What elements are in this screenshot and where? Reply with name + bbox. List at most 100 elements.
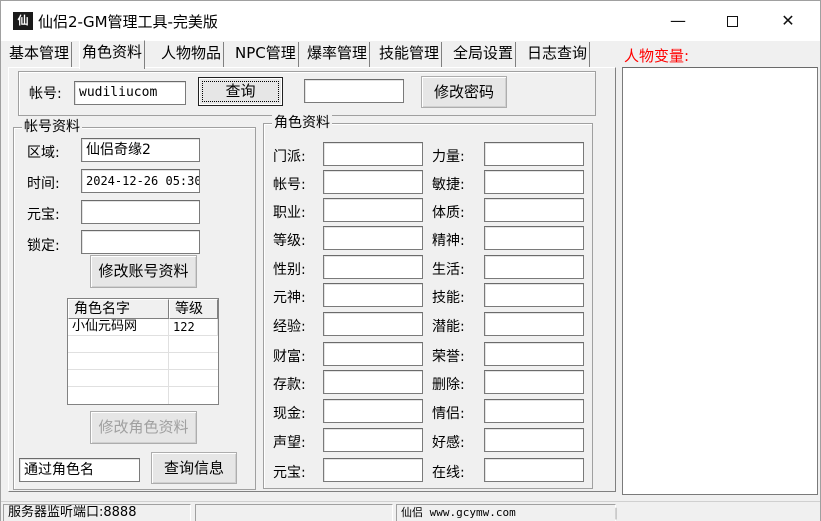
role-right-label-6: 潜能: xyxy=(432,319,465,335)
role-left-label-8: 存款: xyxy=(273,377,306,393)
role-right-label-11: 在线: xyxy=(432,465,465,481)
resize-grip-icon[interactable]: ∣ xyxy=(613,506,619,520)
tab-npc[interactable]: NPC管理 xyxy=(233,42,299,67)
role-left-field-0[interactable] xyxy=(323,142,423,166)
app-logo-icon: 仙 xyxy=(13,12,33,30)
time-label: 时间: xyxy=(27,176,60,192)
role-right-label-3: 精神: xyxy=(432,233,465,249)
role-left-label-2: 职业: xyxy=(273,205,306,221)
role-left-field-5[interactable] xyxy=(323,283,423,307)
role-right-label-7: 荣誉: xyxy=(432,349,465,365)
role-right-field-8[interactable] xyxy=(484,370,584,394)
app-window: 仙 仙侣2-GM管理工具-完美版 — ✕ 基本管理 角色资料 人物物品 NPC管… xyxy=(0,0,821,521)
role-name-search-input[interactable]: 通过角色名 xyxy=(19,458,140,482)
tab-log-query[interactable]: 日志查询 xyxy=(525,42,591,67)
maximize-icon xyxy=(726,16,738,27)
table-row xyxy=(68,353,218,370)
yuanbao-label: 元宝: xyxy=(27,207,60,223)
role-left-field-3[interactable] xyxy=(323,226,423,250)
role-left-label-6: 经验: xyxy=(273,319,306,335)
role-left-field-6[interactable] xyxy=(323,312,423,336)
status-port: 服务器监听端口:8888 xyxy=(3,504,191,521)
variables-list[interactable] xyxy=(622,67,818,495)
empty-cell xyxy=(68,353,169,370)
role-right-field-4[interactable] xyxy=(484,255,584,279)
tab-drop-rate[interactable]: 爆率管理 xyxy=(305,42,371,67)
role-left-field-8[interactable] xyxy=(323,370,423,394)
role-left-field-1[interactable] xyxy=(323,170,423,194)
empty-cell xyxy=(68,370,169,387)
role-left-field-11[interactable] xyxy=(323,458,423,482)
region-label: 区域: xyxy=(27,145,60,161)
role-right-field-7[interactable] xyxy=(484,342,584,366)
minimize-button[interactable]: — xyxy=(655,1,701,41)
tab-global-settings[interactable]: 全局设置 xyxy=(451,42,517,67)
account-info-title: 帐号资料 xyxy=(22,119,82,135)
minimize-icon: — xyxy=(670,11,686,30)
modify-account-button[interactable]: 修改账号资料 xyxy=(90,255,197,288)
title-bar[interactable]: 仙 仙侣2-GM管理工具-完美版 — ✕ xyxy=(1,1,820,41)
variables-label: 人物变量: xyxy=(624,47,690,65)
query-button[interactable]: 查询 xyxy=(198,77,283,106)
role-level-cell: 122 xyxy=(169,319,218,336)
window-title: 仙侣2-GM管理工具-完美版 xyxy=(38,13,218,31)
empty-cell xyxy=(68,336,169,353)
role-info-title: 角色资料 xyxy=(272,115,332,131)
table-row xyxy=(68,387,218,404)
focus-ring xyxy=(202,81,279,102)
table-row xyxy=(68,336,218,353)
role-right-field-11[interactable] xyxy=(484,458,584,482)
column-header-level[interactable]: 等级 xyxy=(169,299,218,319)
modify-role-button[interactable]: 修改角色资料 xyxy=(90,411,197,444)
lock-field[interactable] xyxy=(81,230,200,254)
close-button[interactable]: ✕ xyxy=(765,1,811,41)
role-right-field-2[interactable] xyxy=(484,198,584,222)
role-right-label-2: 体质: xyxy=(432,205,465,221)
role-left-field-7[interactable] xyxy=(323,342,423,366)
password-input[interactable] xyxy=(304,79,404,103)
role-left-field-9[interactable] xyxy=(323,399,423,423)
role-right-label-0: 力量: xyxy=(432,149,465,165)
role-left-label-9: 现金: xyxy=(273,406,306,422)
tab-role-info[interactable]: 角色资料 xyxy=(79,40,146,69)
role-list[interactable]: 角色名字 等级 小仙元码网 122 xyxy=(67,298,219,405)
role-right-label-4: 生活: xyxy=(432,262,465,278)
role-left-field-4[interactable] xyxy=(323,255,423,279)
column-header-role-name[interactable]: 角色名字 xyxy=(68,299,169,319)
role-right-field-6[interactable] xyxy=(484,312,584,336)
time-field[interactable]: 2024-12-26 05:30 xyxy=(81,169,200,193)
role-right-field-10[interactable] xyxy=(484,428,584,452)
status-middle xyxy=(195,504,393,521)
maximize-button[interactable] xyxy=(709,1,755,41)
role-right-field-0[interactable] xyxy=(484,142,584,166)
role-right-field-9[interactable] xyxy=(484,399,584,423)
role-right-field-5[interactable] xyxy=(484,283,584,307)
role-right-label-1: 敏捷: xyxy=(432,177,465,193)
query-info-button[interactable]: 查询信息 xyxy=(151,452,237,484)
role-right-label-10: 好感: xyxy=(432,435,465,451)
role-right-label-5: 技能: xyxy=(432,290,465,306)
tab-items[interactable]: 人物物品 xyxy=(159,42,225,67)
role-right-label-8: 删除: xyxy=(432,377,465,393)
role-left-label-11: 元宝: xyxy=(273,465,306,481)
lock-label: 锁定: xyxy=(27,238,60,254)
change-password-button[interactable]: 修改密码 xyxy=(421,76,507,108)
region-field[interactable]: 仙侣奇缘2 xyxy=(81,138,200,162)
table-row[interactable]: 小仙元码网 122 xyxy=(68,319,218,336)
role-right-field-1[interactable] xyxy=(484,170,584,194)
empty-cell xyxy=(68,387,169,404)
role-left-field-2[interactable] xyxy=(323,198,423,222)
account-input[interactable]: wudiliucom xyxy=(74,81,186,105)
tab-basic[interactable]: 基本管理 xyxy=(7,42,73,67)
role-right-field-3[interactable] xyxy=(484,226,584,250)
yuanbao-field[interactable] xyxy=(81,200,200,224)
role-left-field-10[interactable] xyxy=(323,428,423,452)
account-label: 帐号: xyxy=(29,86,62,102)
role-left-label-5: 元神: xyxy=(273,290,306,306)
role-left-label-4: 性别: xyxy=(273,262,306,278)
role-left-label-7: 财富: xyxy=(273,349,306,365)
role-left-label-3: 等级: xyxy=(273,233,306,249)
role-left-label-10: 声望: xyxy=(273,435,306,451)
tab-skills[interactable]: 技能管理 xyxy=(377,42,443,67)
status-bar: 服务器监听端口:8888 仙侣 www.gcymw.com ∣ xyxy=(1,501,820,521)
